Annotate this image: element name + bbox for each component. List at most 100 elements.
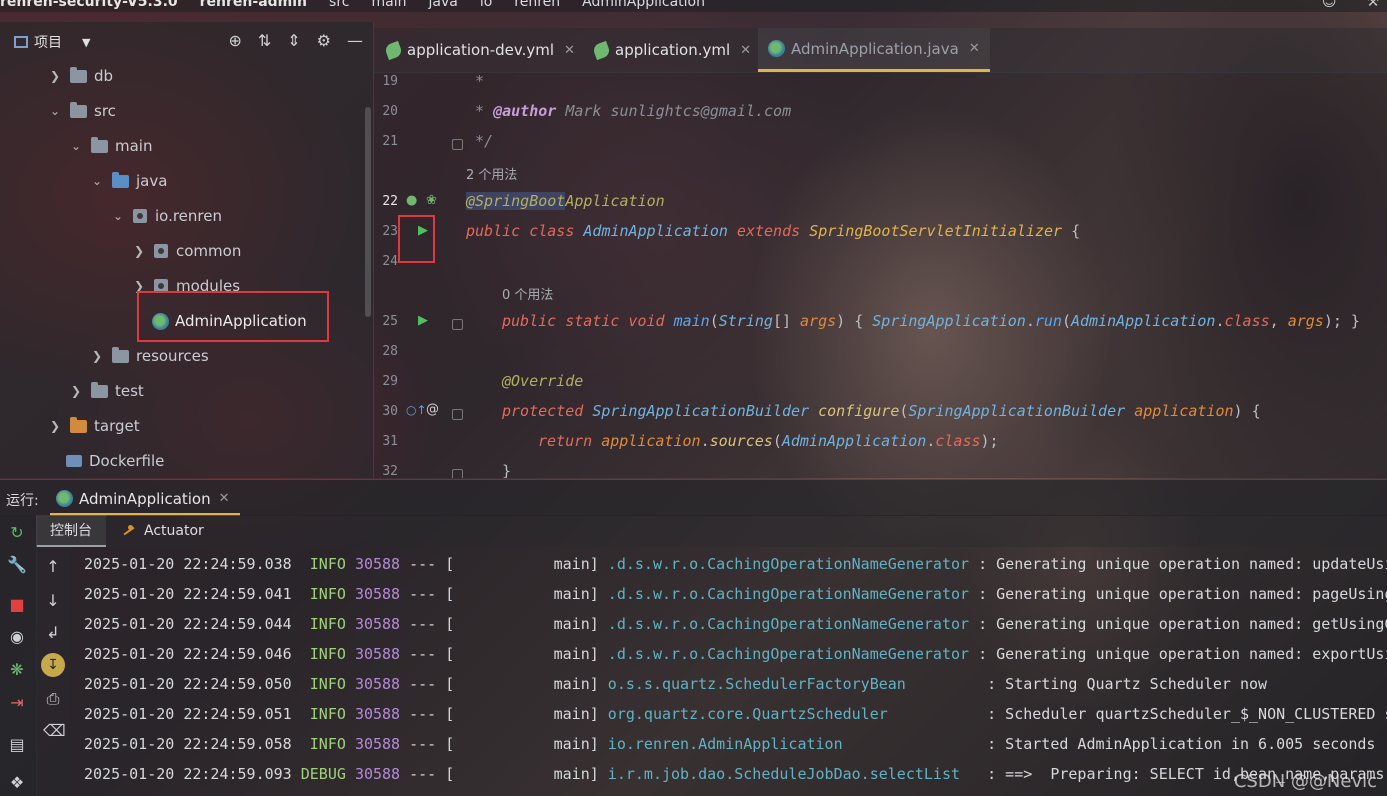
stop-icon[interactable]: ■ xyxy=(7,595,27,614)
log-logger: io.renren.AdminApplication xyxy=(598,735,979,753)
log-sep: --- [ xyxy=(400,675,455,693)
arrow-down-icon[interactable]: ↓ xyxy=(43,591,63,610)
run-panel-label: 运行: xyxy=(6,493,39,509)
log-pid: 30588 xyxy=(354,705,401,723)
breadcrumb-item[interactable]: io xyxy=(480,0,492,10)
run-tab-admin-application[interactable]: AdminApplication ✕ xyxy=(50,484,240,516)
layout-icon[interactable]: ▤ xyxy=(7,735,27,754)
log-level: INFO xyxy=(300,735,346,753)
wrench-icon[interactable]: 🔧 xyxy=(7,555,27,574)
tree-item-main[interactable]: ⌄ main xyxy=(69,132,152,160)
tree-item-label: test xyxy=(115,382,144,400)
print-icon[interactable]: ⎙ xyxy=(43,689,63,709)
chevron-down-icon[interactable]: ⌄ xyxy=(48,104,62,118)
close-icon[interactable]: ✕ xyxy=(219,491,230,506)
locate-icon[interactable]: ⊕ xyxy=(228,31,241,50)
tree-item-dockerfile[interactable]: Dockerfile xyxy=(66,447,164,475)
excluded-folder-icon xyxy=(70,416,87,433)
chevron-down-icon[interactable]: ⌄ xyxy=(90,174,104,188)
fold-marker-icon[interactable] xyxy=(452,469,463,478)
fold-marker-icon[interactable] xyxy=(452,319,463,330)
trash-icon[interactable]: ⌫ xyxy=(43,721,66,740)
line-number: 31 xyxy=(382,434,398,449)
log-pid: 30588 xyxy=(354,735,401,753)
tree-item-common[interactable]: ❯ common xyxy=(132,237,241,265)
rerun-icon[interactable]: ↻ xyxy=(7,523,27,542)
arrow-up-icon[interactable]: ↑ xyxy=(43,557,63,576)
breadcrumb-item[interactable]: java xyxy=(428,0,457,10)
tab-actuator[interactable]: Actuator xyxy=(122,515,204,547)
spring-bean-icon[interactable]: ● xyxy=(406,193,417,208)
tree-item-io-renren[interactable]: ⌄ io.renren xyxy=(111,202,222,230)
tab-admin-application-java[interactable]: AdminApplication.java ✕ xyxy=(758,28,990,72)
tree-item-label: Dockerfile xyxy=(89,452,165,470)
breadcrumb-item[interactable]: renren-security-V5.3.0 xyxy=(0,0,178,10)
chevron-right-icon[interactable]: ❯ xyxy=(132,244,146,258)
scroll-to-end-icon[interactable]: ↧ xyxy=(41,653,65,677)
punct: . xyxy=(1215,312,1225,330)
breadcrumb-item[interactable]: AdminApplication xyxy=(582,0,705,10)
run-gutter-icon[interactable]: ▶ xyxy=(418,313,428,328)
usage-hint[interactable]: 2 个用法 xyxy=(466,164,517,183)
code-editor[interactable]: 19 20 21 22 23 24 25 28 29 30 31 32 ● ❀ … xyxy=(374,72,1387,478)
expand-all-icon[interactable]: ⇅ xyxy=(258,31,271,50)
breadcrumb-item[interactable]: renren xyxy=(514,0,560,10)
collapse-all-icon[interactable]: ⇕ xyxy=(287,31,300,50)
resources-folder-icon xyxy=(112,346,129,363)
tree-item-test[interactable]: ❯ test xyxy=(69,377,144,405)
chevron-right-icon[interactable]: ❯ xyxy=(69,384,83,398)
close-icon[interactable]: ✕ xyxy=(969,41,980,56)
parameter: args xyxy=(1287,312,1324,330)
usage-hint[interactable]: 0 个用法 xyxy=(502,284,553,303)
debug-icon[interactable]: ❋ xyxy=(7,660,27,679)
line-number: 29 xyxy=(382,374,398,389)
breadcrumb-item[interactable]: src xyxy=(329,0,349,10)
pin-icon[interactable]: ❖ xyxy=(7,773,27,792)
chevron-right-icon[interactable]: ❯ xyxy=(48,69,62,83)
hammer-icon[interactable]: ⚒ xyxy=(1366,0,1379,10)
tab-console[interactable]: 控制台 xyxy=(36,515,106,547)
camera-icon[interactable]: ◉ xyxy=(7,627,27,646)
fold-marker-icon[interactable] xyxy=(452,139,463,150)
console-output[interactable]: 2025-01-20 22:24:59.038 INFO 30588 --- [… xyxy=(70,547,1387,796)
docker-icon xyxy=(66,455,82,467)
log-time: 2025-01-20 22:24:59.051 xyxy=(84,705,292,723)
parameter: args xyxy=(800,312,837,330)
override-icon[interactable]: ○↑ xyxy=(406,403,427,417)
actuator-icon xyxy=(122,524,136,538)
tree-item-resources[interactable]: ❯ resources xyxy=(90,342,209,370)
tree-item-target[interactable]: ❯ target xyxy=(48,412,140,440)
log-level: INFO xyxy=(300,615,346,633)
log-level: INFO xyxy=(300,705,346,723)
project-scrollbar[interactable] xyxy=(365,107,371,317)
log-time: 2025-01-20 22:24:59.038 xyxy=(84,555,292,573)
log-pid: 30588 xyxy=(354,675,401,693)
keyword: class xyxy=(935,432,981,450)
folder-icon xyxy=(70,66,87,83)
user-icon[interactable]: ☺ xyxy=(1322,0,1337,10)
class-name: AdminApplication xyxy=(781,432,927,450)
close-icon[interactable]: ✕ xyxy=(740,43,751,58)
spring-bean-icon[interactable]: ❀ xyxy=(426,193,437,208)
tab-application-dev-yml[interactable]: application-dev.yml ✕ xyxy=(383,28,575,72)
punct: ) { xyxy=(836,312,873,330)
gear-icon[interactable]: ⚙ xyxy=(317,31,331,50)
tab-application-yml[interactable]: application.yml ✕ xyxy=(591,28,751,72)
tree-item-src[interactable]: ⌄ src xyxy=(48,97,116,125)
chevron-down-icon[interactable]: ⌄ xyxy=(111,209,125,223)
fold-marker-icon[interactable] xyxy=(452,409,463,420)
chevron-down-icon[interactable]: ⌄ xyxy=(69,139,83,153)
project-view-selector[interactable]: 项目 ▼ xyxy=(14,32,90,52)
chevron-right-icon[interactable]: ❯ xyxy=(48,419,62,433)
tree-item-db[interactable]: ❯ db xyxy=(48,62,113,90)
chevron-right-icon[interactable]: ❯ xyxy=(90,349,104,363)
tree-item-java[interactable]: ⌄ java xyxy=(90,167,167,195)
exit-icon[interactable]: ⇥ xyxy=(7,693,27,712)
breadcrumb-item[interactable]: renren-admin xyxy=(200,0,307,10)
close-icon[interactable]: ✕ xyxy=(564,43,575,58)
annotation-icon[interactable]: @ xyxy=(426,402,439,417)
soft-wrap-icon[interactable]: ↲ xyxy=(43,623,63,642)
minimize-icon[interactable]: — xyxy=(347,31,363,50)
log-logger: .d.s.w.r.o.CachingOperationNameGenerator xyxy=(598,645,970,663)
breadcrumb-item[interactable]: main xyxy=(371,0,406,10)
